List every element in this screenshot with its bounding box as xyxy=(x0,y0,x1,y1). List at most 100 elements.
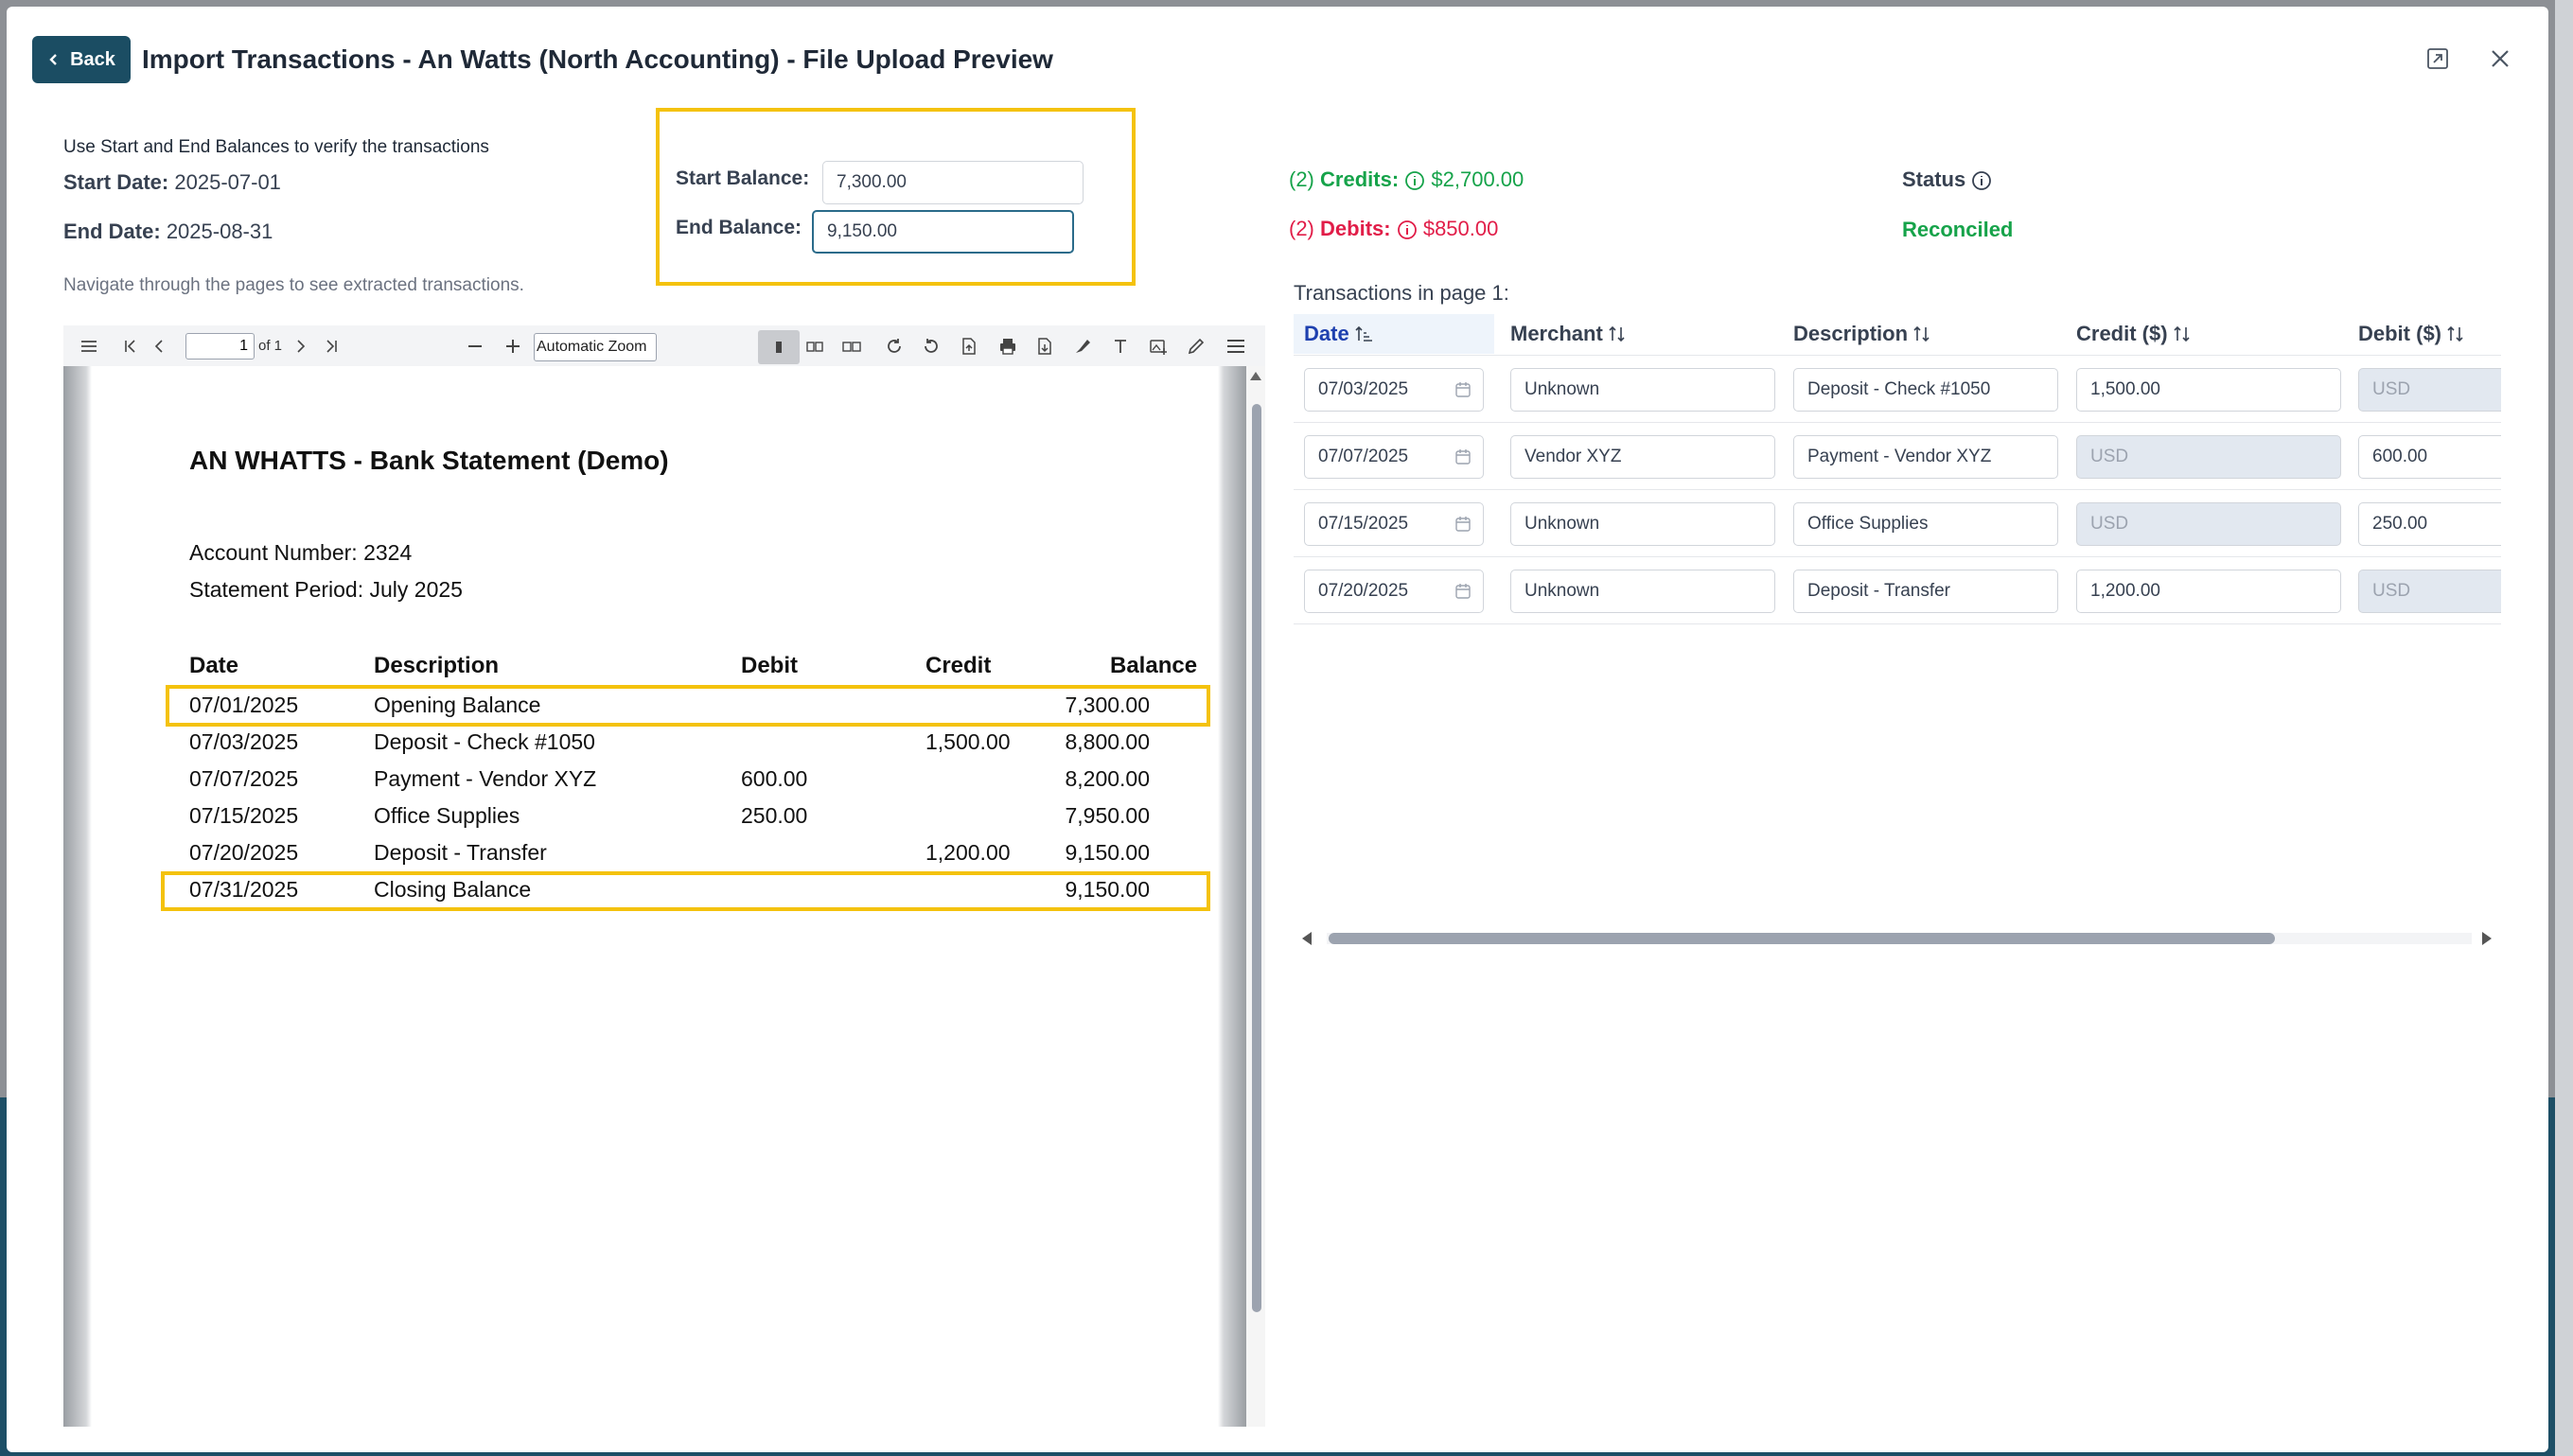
merchant-input[interactable]: Vendor XYZ xyxy=(1510,435,1775,479)
doc-cell-balance: 9,150.00 xyxy=(1065,840,1150,865)
column-header-credit[interactable]: Credit ($) xyxy=(2076,314,2341,354)
debit-input[interactable]: 250.00 xyxy=(2358,502,2501,546)
info-icon[interactable] xyxy=(1404,170,1425,191)
scroll-up-icon[interactable] xyxy=(1250,372,1261,380)
scroll-left-icon[interactable] xyxy=(1302,932,1312,945)
closing-balance-highlight xyxy=(161,871,1210,911)
debit-input: USD xyxy=(2358,368,2501,412)
doc-cell-balance: 8,200.00 xyxy=(1065,766,1150,791)
calendar-icon[interactable] xyxy=(1454,583,1472,600)
sort-icon[interactable] xyxy=(2445,324,2466,344)
doc-cell-credit: 1,500.00 xyxy=(925,729,1011,754)
modal-title: Import Transactions - An Watts (North Ac… xyxy=(142,44,1053,74)
description-input[interactable]: Deposit - Check #1050 xyxy=(1793,368,2058,412)
rotate-ccw-icon[interactable] xyxy=(919,334,943,359)
balance-hint: Use Start and End Balances to verify the… xyxy=(63,137,489,157)
column-header-label: Description xyxy=(1793,322,1909,345)
pdf-scrollbar-thumb[interactable] xyxy=(1252,404,1261,1312)
sort-icon[interactable] xyxy=(1912,324,1932,344)
doc-cell-debit: 250.00 xyxy=(741,803,808,828)
transactions-table: Date Merchant Description Credit ($) Deb… xyxy=(1294,307,2501,628)
back-button[interactable]: Back xyxy=(32,36,131,83)
expand-icon[interactable] xyxy=(2423,44,2452,73)
page-count: of 1 xyxy=(258,338,283,354)
rotate-cw-icon[interactable] xyxy=(882,334,907,359)
doc-cell-date: 07/20/2025 xyxy=(189,840,299,865)
sort-icon[interactable] xyxy=(2172,324,2193,344)
merchant-input[interactable]: Unknown xyxy=(1510,368,1775,412)
date-input[interactable]: 07/07/2025 xyxy=(1304,435,1484,479)
doc-cell-desc: Office Supplies xyxy=(374,803,520,828)
column-header-date[interactable]: Date xyxy=(1294,314,1494,354)
merchant-input[interactable]: Unknown xyxy=(1510,570,1775,613)
page-number-input[interactable] xyxy=(185,333,255,360)
info-icon[interactable] xyxy=(1971,170,1992,191)
date-value: 07/07/2025 xyxy=(1318,447,1409,466)
sort-ascending-icon[interactable] xyxy=(1353,324,1374,344)
start-balance-label: Start Balance: xyxy=(676,167,810,189)
doc-account: Account Number: 2324 xyxy=(189,540,413,565)
info-icon[interactable] xyxy=(1397,219,1418,240)
next-page-icon[interactable] xyxy=(289,334,313,359)
zoom-select[interactable]: Automatic Zoom xyxy=(534,333,657,361)
doc-col-header: Credit xyxy=(925,653,992,678)
prev-page-icon[interactable] xyxy=(147,334,171,359)
doc-title: AN WHATTS - Bank Statement (Demo) xyxy=(189,446,669,475)
book-view-icon[interactable] xyxy=(839,334,864,359)
add-image-icon[interactable] xyxy=(1146,334,1171,359)
doc-cell-date: 07/07/2025 xyxy=(189,766,299,791)
modal-header: Back Import Transactions - An Watts (Nor… xyxy=(7,7,2548,106)
two-page-icon[interactable] xyxy=(802,334,827,359)
zoom-out-icon[interactable] xyxy=(463,334,487,359)
column-header-label: Credit ($) xyxy=(2076,322,2168,345)
credit-input[interactable]: 1,500.00 xyxy=(2076,368,2341,412)
column-header-debit[interactable]: Debit ($) xyxy=(2358,314,2501,354)
date-input[interactable]: 07/15/2025 xyxy=(1304,502,1484,546)
doc-cell-date: 07/03/2025 xyxy=(189,729,299,754)
date-input[interactable]: 07/03/2025 xyxy=(1304,368,1484,412)
merchant-input[interactable]: Unknown xyxy=(1510,502,1775,546)
doc-cell-desc: Payment - Vendor XYZ xyxy=(374,766,597,791)
date-value: 07/03/2025 xyxy=(1318,379,1409,399)
calendar-icon[interactable] xyxy=(1454,516,1472,533)
column-header-description[interactable]: Description xyxy=(1793,314,2058,354)
end-date: End Date: 2025-08-31 xyxy=(63,219,273,244)
open-file-icon[interactable] xyxy=(957,334,981,359)
date-input[interactable]: 07/20/2025 xyxy=(1304,570,1484,613)
first-page-icon[interactable] xyxy=(118,334,143,359)
calendar-icon[interactable] xyxy=(1454,448,1472,465)
credits-count: (2) xyxy=(1289,167,1314,191)
date-value: 07/15/2025 xyxy=(1318,514,1409,534)
single-page-icon[interactable] xyxy=(758,330,800,364)
credits-summary: (2) Credits: $2,700.00 xyxy=(1289,167,1524,192)
description-input[interactable]: Deposit - Transfer xyxy=(1793,570,2058,613)
column-header-merchant[interactable]: Merchant xyxy=(1510,314,1775,354)
start-balance-input[interactable] xyxy=(822,161,1084,204)
column-header-label: Merchant xyxy=(1510,322,1603,345)
last-page-icon[interactable] xyxy=(319,334,344,359)
more-tools-icon[interactable] xyxy=(1224,334,1248,359)
debit-input: USD xyxy=(2358,570,2501,613)
sidebar-toggle-icon[interactable] xyxy=(77,334,101,359)
description-input[interactable]: Payment - Vendor XYZ xyxy=(1793,435,2058,479)
print-icon[interactable] xyxy=(996,334,1020,359)
sort-icon[interactable] xyxy=(1607,324,1628,344)
debit-input[interactable]: 600.00 xyxy=(2358,435,2501,479)
description-input[interactable]: Office Supplies xyxy=(1793,502,2058,546)
close-icon[interactable] xyxy=(2486,44,2514,73)
download-icon[interactable] xyxy=(1032,334,1057,359)
table-horizontal-scrollbar[interactable] xyxy=(1298,924,2500,953)
credit-input[interactable]: 1,200.00 xyxy=(2076,570,2341,613)
doc-cell-balance: 7,300.00 xyxy=(1065,693,1150,717)
draw-icon[interactable] xyxy=(1184,334,1208,359)
opening-balance-highlight xyxy=(166,685,1210,727)
table-scrollbar-thumb[interactable] xyxy=(1329,933,2275,944)
highlight-icon[interactable] xyxy=(1070,334,1095,359)
calendar-icon[interactable] xyxy=(1454,381,1472,398)
end-balance-input[interactable] xyxy=(812,210,1074,254)
text-tool-icon[interactable] xyxy=(1108,334,1133,359)
pdf-scrollbar[interactable] xyxy=(1246,366,1265,1427)
end-date-label: End Date: xyxy=(63,219,161,243)
zoom-in-icon[interactable] xyxy=(501,334,525,359)
scroll-right-icon[interactable] xyxy=(2482,932,2492,945)
